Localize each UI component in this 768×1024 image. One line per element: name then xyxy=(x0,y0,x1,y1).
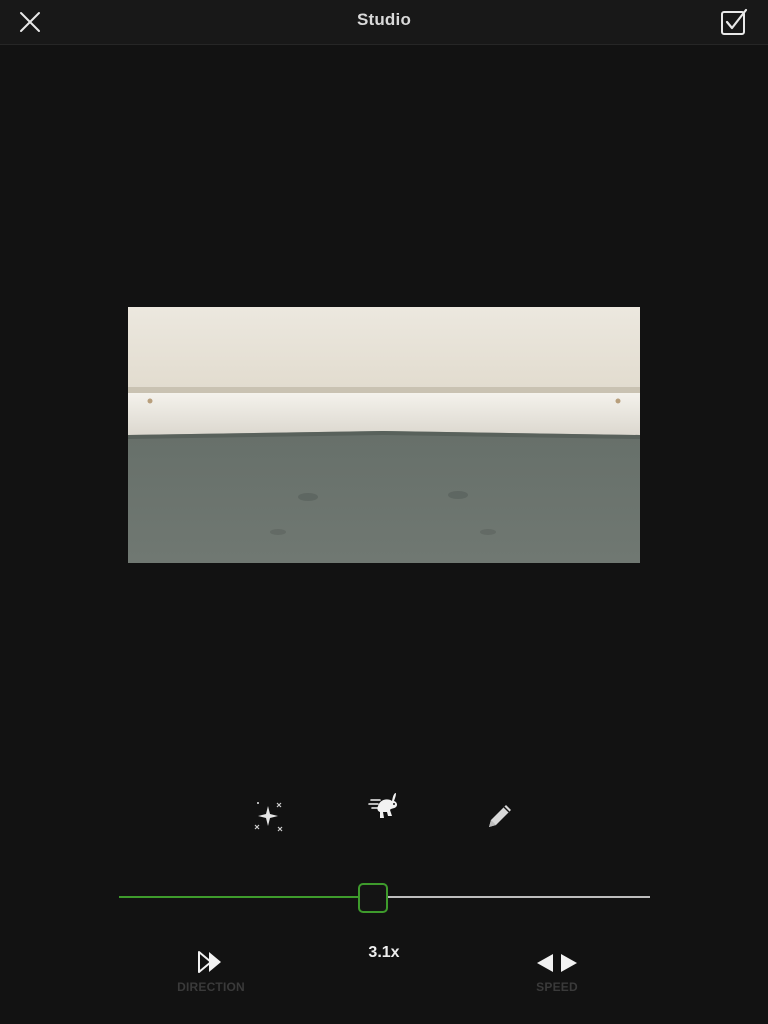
speed-label: SPEED xyxy=(536,980,578,994)
effects-tool[interactable] xyxy=(248,796,288,836)
top-bar: Studio xyxy=(0,0,768,45)
direction-button[interactable]: DIRECTION xyxy=(166,950,256,994)
slider-track-inactive xyxy=(372,896,650,898)
direction-label: DIRECTION xyxy=(177,980,245,994)
rabbit-icon xyxy=(368,793,398,818)
slider-track-active xyxy=(119,896,372,898)
speed-tool[interactable] xyxy=(364,788,404,828)
page-title: Studio xyxy=(356,10,412,29)
arrows-left-right-icon xyxy=(537,954,577,972)
fast-forward-icon xyxy=(198,951,221,973)
slider-thumb[interactable] xyxy=(358,883,388,913)
video-preview xyxy=(128,307,640,563)
done-button[interactable] xyxy=(718,6,750,38)
pencil-icon xyxy=(489,805,511,827)
edit-tool[interactable] xyxy=(480,796,520,836)
speed-value: 3.1x xyxy=(368,944,400,961)
sparkle-icon xyxy=(254,802,283,832)
speed-button[interactable]: SPEED xyxy=(512,952,602,994)
checkbox-checked-icon xyxy=(721,8,748,35)
speed-slider[interactable] xyxy=(119,880,650,914)
